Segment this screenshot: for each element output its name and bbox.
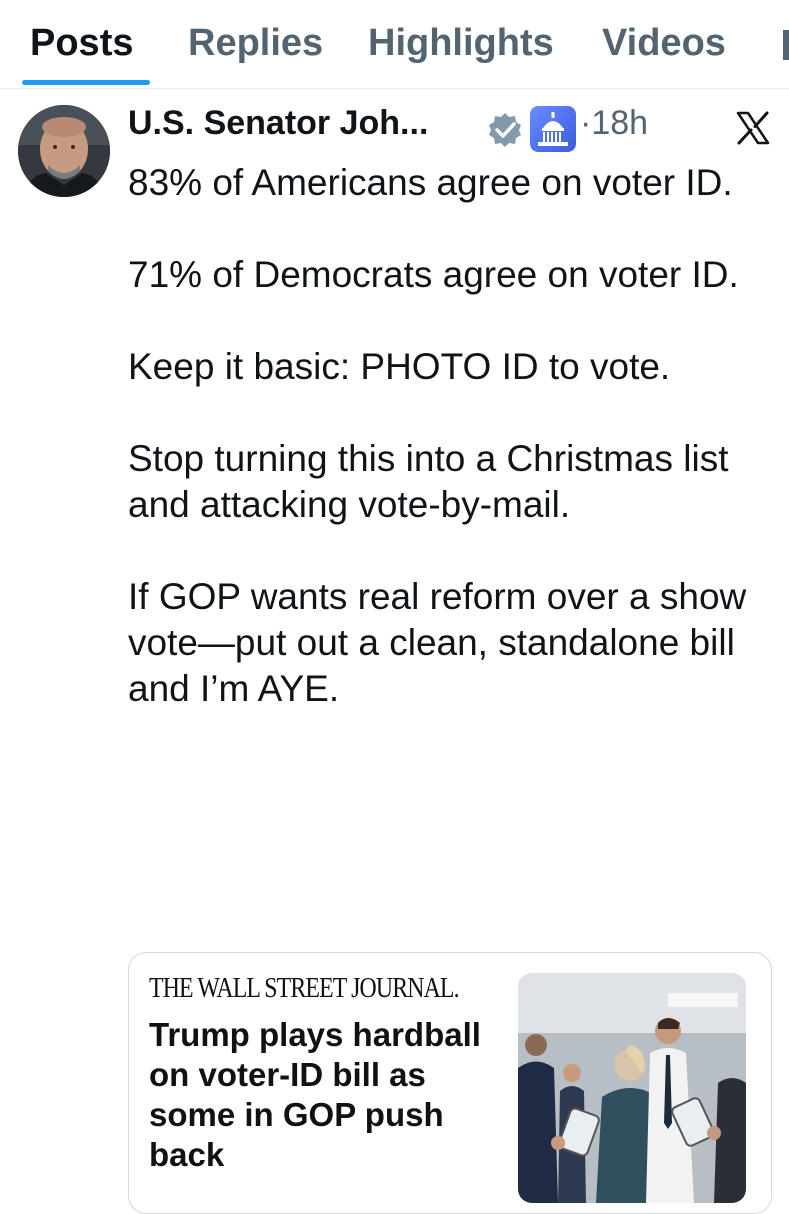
post-paragraph: 83% of Americans agree on voter ID. — [128, 162, 733, 203]
verified-badge-icon — [486, 111, 524, 149]
active-tab-indicator — [22, 80, 150, 85]
card-source-masthead: THE WALL STREET JOURNAL. — [149, 973, 460, 1004]
post-paragraph: 71% of Democrats agree on voter ID. — [128, 254, 739, 295]
author-name[interactable]: U.S. Senator Joh... — [128, 104, 428, 143]
card-headline: Trump plays hardball on voter-ID bill as… — [149, 1016, 481, 1173]
tab-posts[interactable]: Posts — [30, 22, 133, 65]
tab-replies[interactable]: Replies — [188, 22, 323, 65]
card-thumbnail-image — [518, 973, 746, 1203]
separator-dot: · — [580, 104, 592, 142]
post-time: 18h — [591, 104, 649, 142]
capitol-badge-icon — [530, 106, 576, 152]
tab-highlights[interactable]: Highlights — [368, 22, 554, 65]
post-paragraph: Keep it basic: PHOTO ID to vote. — [128, 346, 671, 387]
tab-overflow-indicator[interactable] — [783, 30, 789, 60]
link-preview-card[interactable]: THE WALL STREET JOURNAL. Trump plays har… — [128, 952, 772, 1214]
x-logo-icon — [735, 110, 771, 146]
tab-videos[interactable]: Videos — [602, 22, 726, 65]
avatar[interactable] — [18, 105, 110, 197]
post-paragraph: Stop turning this into a Christmas list … — [128, 438, 729, 525]
profile-tabs: Posts Replies Highlights Videos — [0, 0, 789, 89]
post-paragraph: If GOP wants real reform over a show vot… — [128, 576, 747, 709]
post-body: 83% of Americans agree on voter ID. 71% … — [128, 160, 768, 758]
post-timestamp[interactable]: ·18h — [580, 104, 648, 143]
